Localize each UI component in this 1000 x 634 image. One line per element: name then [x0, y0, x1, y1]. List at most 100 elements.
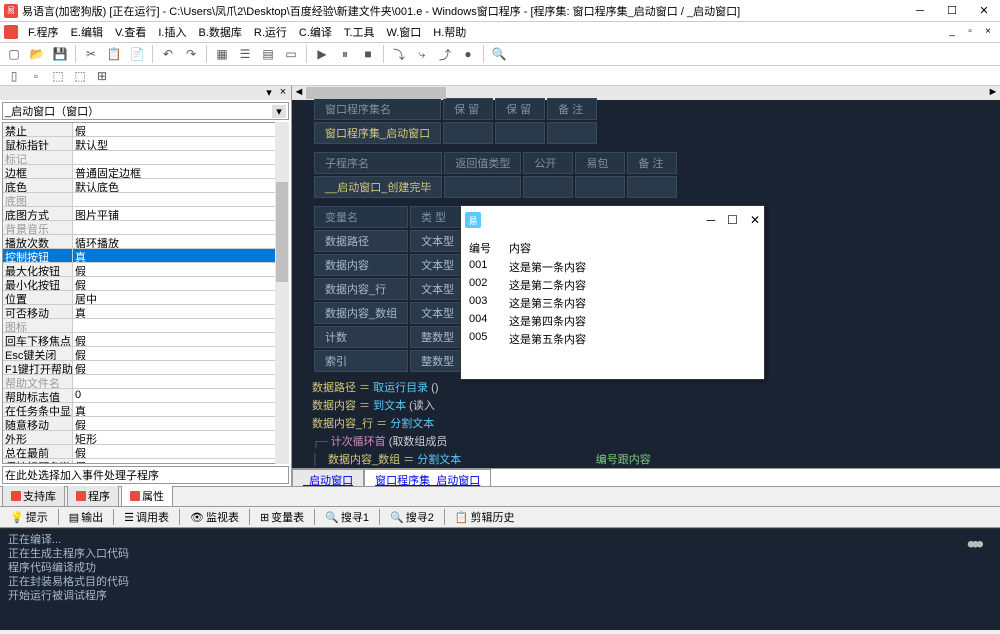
undo-icon[interactable]: ↶ — [158, 44, 178, 64]
panel-close-icon[interactable]: × — [277, 86, 289, 100]
menu-item[interactable]: W.窗口 — [380, 22, 427, 42]
property-row[interactable]: 位置居中 — [3, 291, 288, 305]
open-icon[interactable]: 📂 — [27, 44, 47, 64]
property-value[interactable]: 居中 — [73, 291, 288, 304]
event-selector[interactable]: 在此处选择加入事件处理子程序 — [2, 466, 289, 484]
property-value[interactable] — [73, 319, 288, 332]
property-row[interactable]: 控制按钮真 — [3, 249, 288, 263]
property-row[interactable]: 保持标题条激活假 — [3, 459, 288, 464]
popup-minimize-button[interactable]: ─ — [707, 213, 716, 227]
chevron-down-icon[interactable]: ▾ — [272, 105, 286, 118]
property-value[interactable]: 真 — [73, 249, 288, 262]
menu-item[interactable]: F.程序 — [22, 22, 65, 42]
property-row[interactable]: 可否移动真 — [3, 305, 288, 319]
tb-icon[interactable]: ▦ — [212, 44, 232, 64]
align-icon[interactable]: ⬚ — [70, 66, 90, 86]
cliphistory-button[interactable]: 📋剪辑历史 — [449, 507, 521, 527]
output-panel[interactable]: ••• 正在编译...正在生成主程序入口代码程序代码编译成功正在封装易格式目的代… — [0, 528, 1000, 630]
tb-icon[interactable]: ▤ — [258, 44, 278, 64]
property-value[interactable]: 默认底色 — [73, 179, 288, 192]
pause-icon[interactable]: ⏸ — [335, 44, 355, 64]
align-icon[interactable]: ⊞ — [92, 66, 112, 86]
new-icon[interactable]: ▢ — [4, 44, 24, 64]
step-over-icon[interactable]: ⤵ — [389, 44, 409, 64]
property-row[interactable]: 最小化按钮假 — [3, 277, 288, 291]
search1-button[interactable]: 🔍搜寻1 — [319, 507, 375, 527]
property-row[interactable]: 背景音乐 — [3, 221, 288, 235]
save-icon[interactable]: 💾 — [50, 44, 70, 64]
close-button[interactable]: ✕ — [972, 2, 996, 20]
watch-button[interactable]: 👁监视表 — [184, 507, 245, 527]
breakpoint-icon[interactable]: ● — [458, 44, 478, 64]
step-out-icon[interactable]: ⤴ — [435, 44, 455, 64]
property-value[interactable]: 图片平铺 — [73, 207, 288, 220]
property-value[interactable]: 0 — [73, 389, 288, 402]
property-row[interactable]: 帮助文件名 — [3, 375, 288, 389]
property-row[interactable]: 鼠标指针默认型 — [3, 137, 288, 151]
property-value[interactable]: 默认型 — [73, 137, 288, 150]
run-icon[interactable]: ▶ — [312, 44, 332, 64]
menu-item[interactable]: I.插入 — [152, 22, 192, 42]
editor-tab[interactable]: _启动窗口 — [292, 469, 364, 486]
search2-button[interactable]: 🔍搜寻2 — [384, 507, 440, 527]
menu-item[interactable]: C.编译 — [293, 22, 338, 42]
step-into-icon[interactable]: ⤷ — [412, 44, 432, 64]
align-icon[interactable]: ⬚ — [48, 66, 68, 86]
cut-icon[interactable]: ✂ — [81, 44, 101, 64]
property-row[interactable]: 禁止假 — [3, 123, 288, 137]
property-value[interactable] — [73, 221, 288, 234]
popup-titlebar[interactable]: 易 ─ ☐ ✕ — [461, 206, 764, 234]
property-row[interactable]: 边框普通固定边框 — [3, 165, 288, 179]
list-item[interactable]: 001这是第一条内容 — [461, 258, 764, 276]
property-value[interactable]: 普通固定边框 — [73, 165, 288, 178]
object-selector[interactable]: _启动窗口（窗口） ▾ — [2, 102, 289, 120]
property-row[interactable]: 播放次数循环播放 — [3, 235, 288, 249]
list-item[interactable]: 004这是第四条内容 — [461, 312, 764, 330]
menu-item[interactable]: V.查看 — [109, 22, 152, 42]
popup-close-button[interactable]: ✕ — [750, 213, 760, 227]
property-value[interactable] — [73, 193, 288, 206]
scrollbar-vertical[interactable] — [275, 122, 289, 464]
scroll-thumb[interactable] — [276, 182, 288, 282]
property-row[interactable]: 底色默认底色 — [3, 179, 288, 193]
tb-icon[interactable]: ☰ — [235, 44, 255, 64]
property-row[interactable]: F1键打开帮助假 — [3, 361, 288, 375]
tb-icon[interactable]: ▭ — [281, 44, 301, 64]
property-value[interactable]: 假 — [73, 417, 288, 430]
property-value[interactable]: 真 — [73, 403, 288, 416]
editor-tab[interactable]: 窗口程序集_启动窗口 — [364, 469, 491, 486]
property-row[interactable]: 底图方式图片平铺 — [3, 207, 288, 221]
tab-support-lib[interactable]: 支持库 — [2, 485, 65, 506]
property-value[interactable]: 循环播放 — [73, 235, 288, 248]
property-value[interactable] — [73, 375, 288, 388]
property-value[interactable]: 假 — [73, 459, 288, 464]
align-icon[interactable]: ▯ — [4, 66, 24, 86]
property-row[interactable]: 随意移动假 — [3, 417, 288, 431]
search-icon[interactable]: 🔍 — [489, 44, 509, 64]
panel-menu-icon[interactable]: ▾ — [263, 86, 275, 100]
property-value[interactable]: 假 — [73, 445, 288, 458]
menu-item[interactable]: B.数据库 — [192, 22, 247, 42]
property-row[interactable]: Esc键关闭假 — [3, 347, 288, 361]
property-row[interactable]: 标记 — [3, 151, 288, 165]
menu-item[interactable]: R.运行 — [248, 22, 293, 42]
property-value[interactable]: 假 — [73, 333, 288, 346]
calltable-button[interactable]: ☰调用表 — [118, 507, 175, 527]
output-button[interactable]: ▤输出 — [63, 507, 109, 527]
list-item[interactable]: 002这是第二条内容 — [461, 276, 764, 294]
paste-icon[interactable]: 📄 — [127, 44, 147, 64]
mdi-restore-icon[interactable]: ▫ — [962, 24, 978, 38]
tab-properties[interactable]: 属性 — [121, 485, 173, 506]
list-item[interactable]: 003这是第三条内容 — [461, 294, 764, 312]
stop-icon[interactable]: ■ — [358, 44, 378, 64]
align-icon[interactable]: ▫ — [26, 66, 46, 86]
property-value[interactable]: 真 — [73, 305, 288, 318]
property-row[interactable]: 总在最前假 — [3, 445, 288, 459]
property-grid[interactable]: 禁止假鼠标指针默认型标记边框普通固定边框底色默认底色底图底图方式图片平铺背景音乐… — [2, 122, 289, 464]
property-row[interactable]: 最大化按钮假 — [3, 263, 288, 277]
property-value[interactable]: 假 — [73, 347, 288, 360]
list-item[interactable]: 005这是第五条内容 — [461, 330, 764, 348]
property-value[interactable]: 假 — [73, 277, 288, 290]
mdi-close-icon[interactable]: × — [980, 24, 996, 38]
property-row[interactable]: 在任务条中显示真 — [3, 403, 288, 417]
